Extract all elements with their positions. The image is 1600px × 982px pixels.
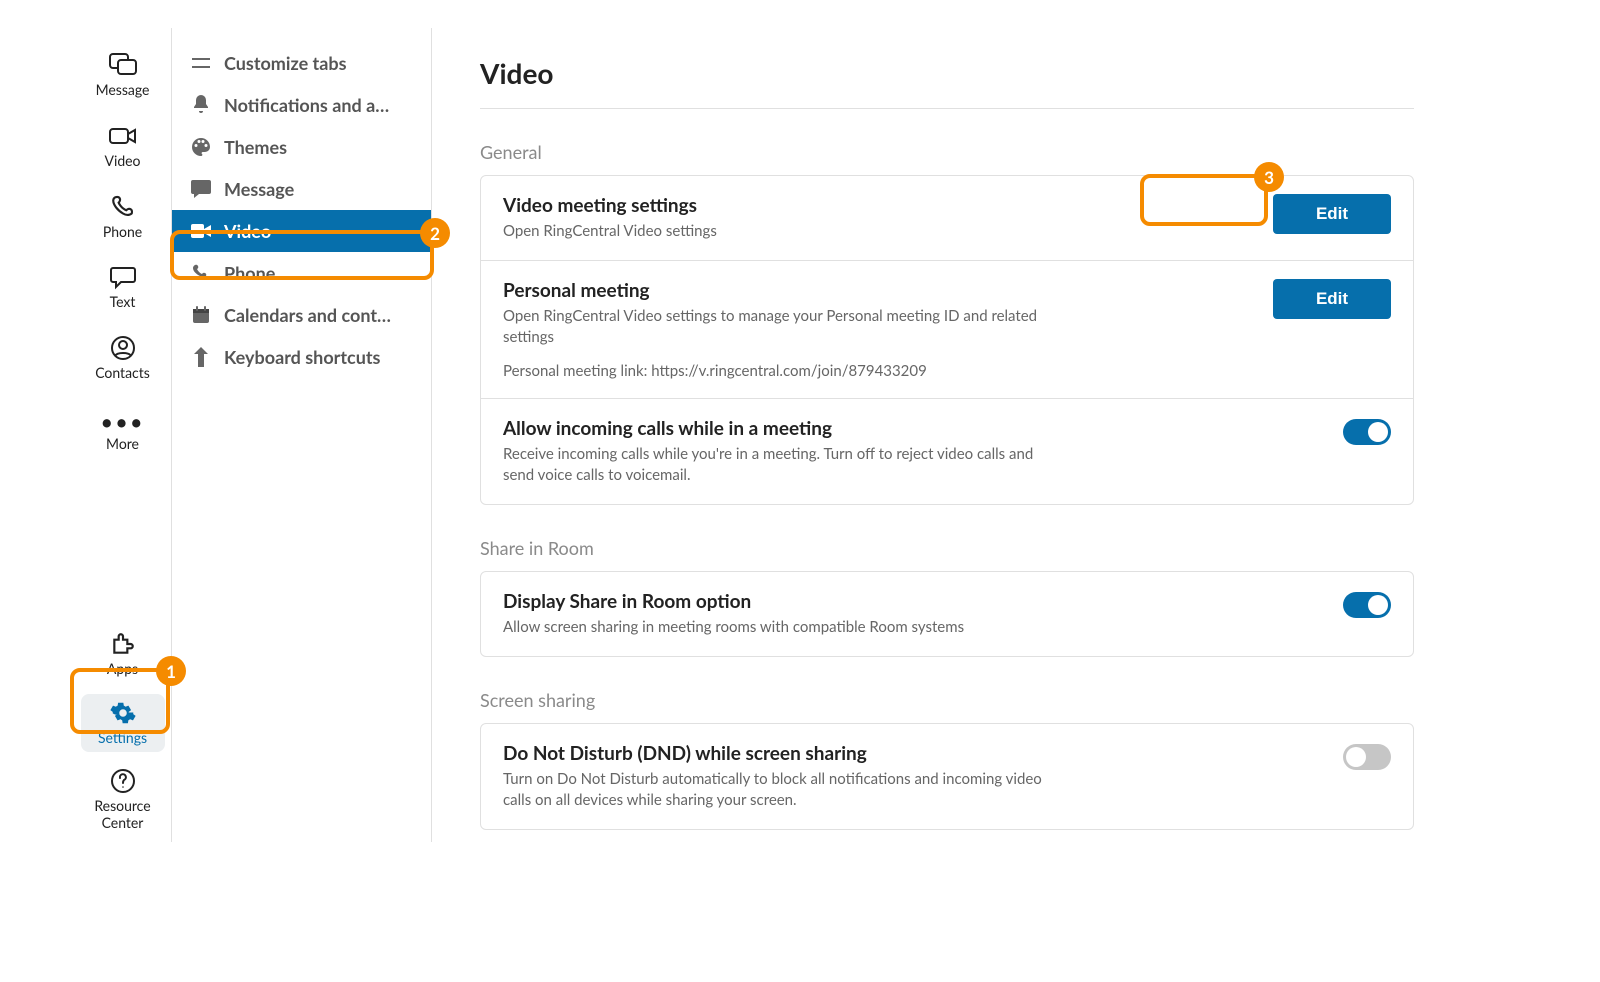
subnav-calendars[interactable]: Calendars and cont… [172,294,431,336]
row-title: Personal meeting [503,279,1249,302]
nav-resource-center-label: Resource Center [81,798,165,832]
nav-phone[interactable]: Phone [81,188,165,247]
subnav-label: Themes [224,136,413,158]
subnav-video[interactable]: Video [172,210,431,252]
subnav-label: Video [224,220,413,242]
row-allow-incoming-calls: Allow incoming calls while in a meeting … [481,398,1413,504]
nav-phone-label: Phone [103,224,142,241]
toggle-share-in-room[interactable] [1343,592,1391,618]
nav-resource-center[interactable]: Resource Center [81,762,165,838]
video-solid-icon [190,220,212,242]
row-desc: Open RingCentral Video settings [503,221,1063,242]
message-solid-icon [190,178,212,200]
contacts-icon [106,333,140,363]
subnav-keyboard-shortcuts[interactable]: Keyboard shortcuts [172,336,431,378]
page-title: Video [480,56,1414,109]
row-personal-meeting: Personal meeting Open RingCentral Video … [481,260,1413,398]
edit-video-meeting-button[interactable]: Edit [1273,194,1391,234]
row-dnd-screen-sharing: Do Not Disturb (DND) while screen sharin… [481,724,1413,829]
gear-icon [106,698,140,728]
calendar-icon [190,304,212,326]
card-share-in-room: Display Share in Room option Allow scree… [480,571,1414,657]
section-label: Screen sharing [480,689,1414,711]
primary-sidebar: Message Video Phone [74,28,172,842]
video-icon [106,121,140,151]
nav-more[interactable]: ••• More [81,400,165,459]
nav-video-label: Video [104,153,140,170]
section-label: Share in Room [480,537,1414,559]
nav-settings-label: Settings [98,730,147,747]
nav-apps-label: Apps [107,661,138,678]
settings-subnav: Customize tabs Notifications and a… Them… [172,28,432,842]
text-icon [106,262,140,292]
settings-main: Video General Video meeting settings Ope… [432,28,1462,842]
edit-personal-meeting-button[interactable]: Edit [1273,279,1391,319]
card-general: Video meeting settings Open RingCentral … [480,175,1414,505]
help-icon [106,766,140,796]
row-desc: Open RingCentral Video settings to manag… [503,306,1063,348]
row-title: Allow incoming calls while in a meeting [503,417,1319,440]
nav-more-label: More [106,436,139,453]
phone-solid-icon [190,262,212,284]
customize-icon [190,52,212,74]
subnav-label: Notifications and a… [224,94,413,116]
subnav-message[interactable]: Message [172,168,431,210]
row-desc: Receive incoming calls while you're in a… [503,444,1063,486]
row-video-meeting-settings: Video meeting settings Open RingCentral … [481,176,1413,260]
nav-apps[interactable]: Apps [81,625,165,684]
row-desc: Allow screen sharing in meeting rooms wi… [503,617,1319,638]
bell-icon [190,94,212,116]
section-general: General Video meeting settings Open Ring… [480,141,1414,505]
row-title: Video meeting settings [503,194,1249,217]
card-screen-sharing: Do Not Disturb (DND) while screen sharin… [480,723,1414,830]
subnav-themes[interactable]: Themes [172,126,431,168]
toggle-dnd-screen-sharing[interactable] [1343,744,1391,770]
phone-icon [106,192,140,222]
subnav-label: Keyboard shortcuts [224,346,413,368]
subnav-label: Message [224,178,413,200]
toggle-allow-incoming-calls[interactable] [1343,419,1391,445]
app-window: Message Video Phone [74,28,1462,842]
row-desc: Turn on Do Not Disturb automatically to … [503,769,1063,811]
nav-contacts[interactable]: Contacts [81,329,165,388]
subnav-customize-tabs[interactable]: Customize tabs [172,42,431,84]
nav-message-label: Message [96,82,150,99]
section-label: General [480,141,1414,163]
section-screen-sharing: Screen sharing Do Not Disturb (DND) whil… [480,689,1414,830]
more-icon: ••• [106,404,140,434]
nav-contacts-label: Contacts [95,365,150,382]
nav-text[interactable]: Text [81,258,165,317]
personal-meeting-link: Personal meeting link: https://v.ringcen… [503,362,1249,380]
subnav-label: Calendars and cont… [224,304,413,326]
subnav-label: Customize tabs [224,52,413,74]
message-icon [106,50,140,80]
subnav-label: Phone [224,262,413,284]
row-title: Do Not Disturb (DND) while screen sharin… [503,742,1319,765]
nav-settings[interactable]: Settings [81,694,165,753]
subnav-phone[interactable]: Phone [172,252,431,294]
nav-video[interactable]: Video [81,117,165,176]
keyboard-icon [190,346,212,368]
palette-icon [190,136,212,158]
subnav-notifications[interactable]: Notifications and a… [172,84,431,126]
row-title: Display Share in Room option [503,590,1319,613]
section-share-in-room: Share in Room Display Share in Room opti… [480,537,1414,657]
row-share-in-room-option: Display Share in Room option Allow scree… [481,572,1413,656]
nav-message[interactable]: Message [81,46,165,105]
nav-text-label: Text [110,294,136,311]
puzzle-icon [106,629,140,659]
